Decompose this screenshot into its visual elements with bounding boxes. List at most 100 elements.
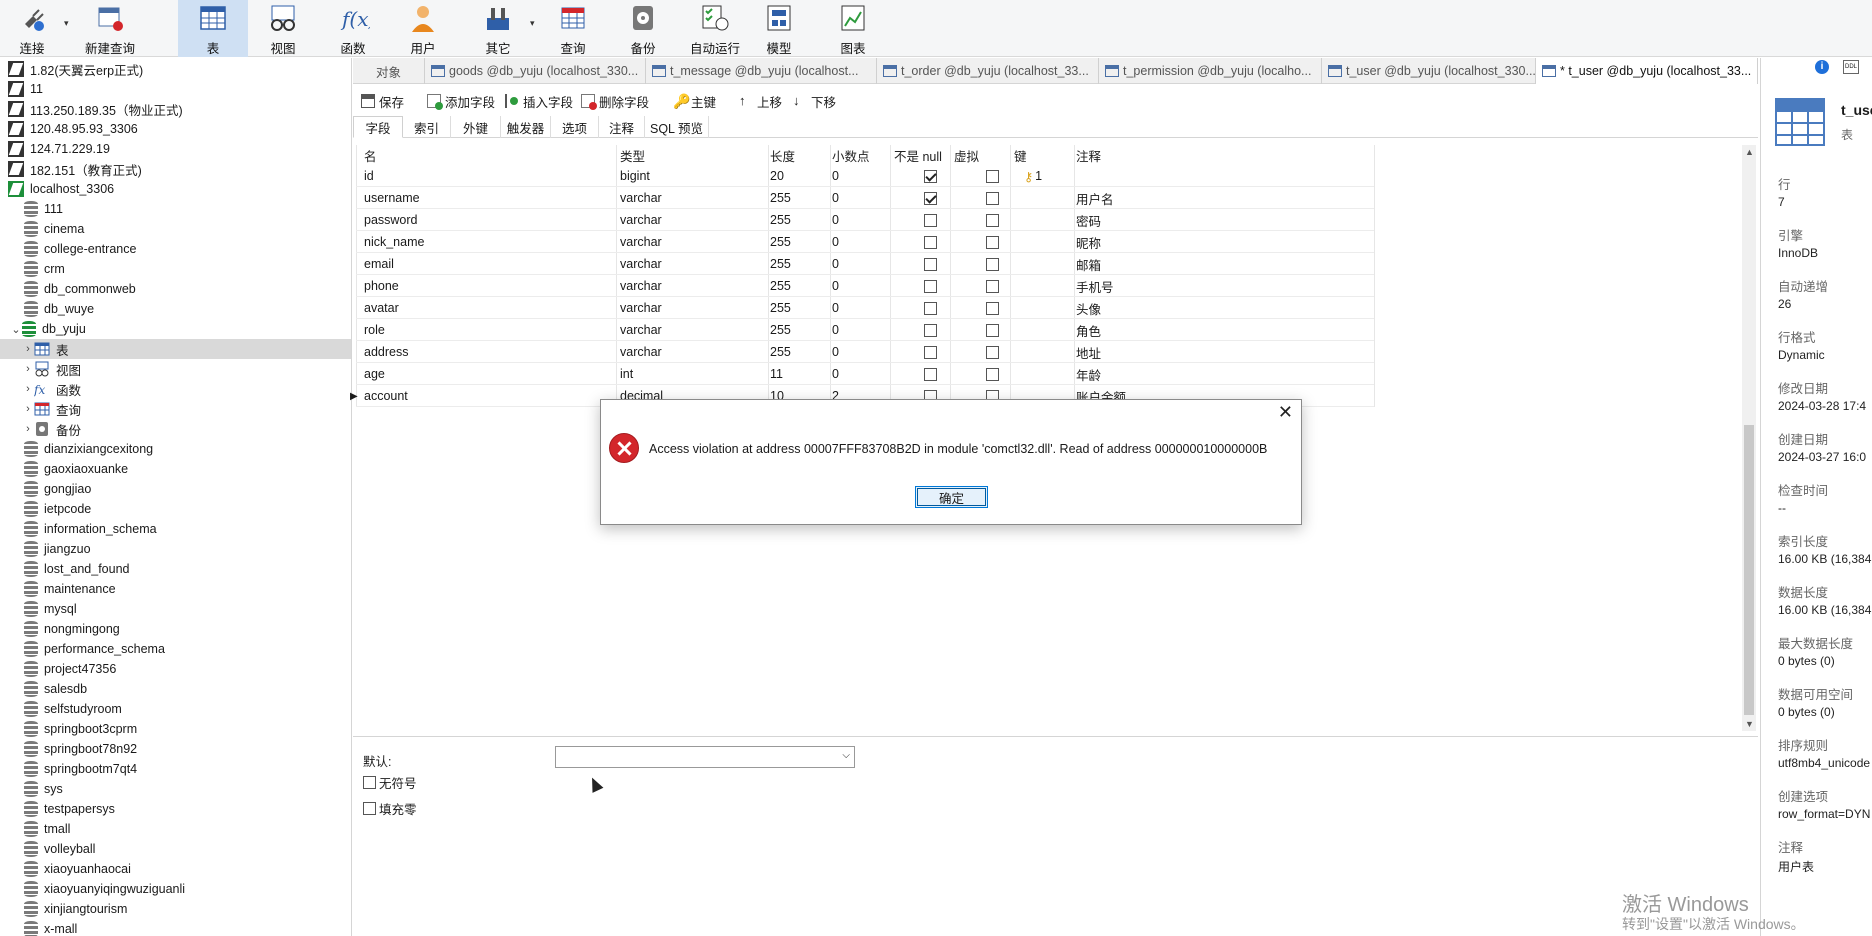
cell-comment[interactable]: 密码	[1076, 209, 1101, 231]
toolbar-view-button[interactable]: 视图	[254, 0, 312, 57]
column-header-comment[interactable]: 注释	[1076, 145, 1101, 165]
cell-length[interactable]: 20	[770, 165, 784, 187]
not-null-checkbox[interactable]	[924, 323, 937, 337]
virtual-checkbox[interactable]	[986, 345, 999, 359]
database-item[interactable]: mysql	[0, 599, 351, 619]
database-item[interactable]: college-entrance	[0, 239, 351, 259]
database-item[interactable]: springboot78n92	[0, 739, 351, 759]
cell-name[interactable]: account	[364, 385, 408, 407]
virtual-checkbox[interactable]	[986, 169, 999, 183]
cell-not-null[interactable]	[924, 231, 937, 253]
move-down-button[interactable]: ↓ 下移	[793, 91, 836, 111]
cell-decimals[interactable]: 0	[832, 275, 839, 297]
toolbar-user-button[interactable]: 用户	[392, 0, 454, 57]
database-item[interactable]: springbootm7qt4	[0, 759, 351, 779]
chevron-right-icon[interactable]: ›	[22, 363, 34, 375]
cell-comment[interactable]: 邮箱	[1076, 253, 1101, 275]
database-item[interactable]: xinjiangtourism	[0, 899, 351, 919]
database-item[interactable]: xiaoyuanyiqingwuziguanli	[0, 879, 351, 899]
database-item[interactable]: sys	[0, 779, 351, 799]
cell-not-null[interactable]	[924, 319, 937, 341]
database-item[interactable]: selfstudyroom	[0, 699, 351, 719]
database-item[interactable]: gaoxiaoxuanke	[0, 459, 351, 479]
table-row[interactable]: password varchar 255 0 密码	[356, 209, 1374, 231]
cell-not-null[interactable]	[924, 253, 937, 275]
column-header-type[interactable]: 类型	[620, 145, 645, 165]
cell-decimals[interactable]: 0	[832, 319, 839, 341]
table-row[interactable]: nick_name varchar 255 0 昵称	[356, 231, 1374, 253]
cell-decimals[interactable]: 0	[832, 231, 839, 253]
not-null-checkbox[interactable]	[924, 367, 937, 381]
cell-name[interactable]: address	[364, 341, 408, 363]
column-header-decimals[interactable]: 小数点	[832, 145, 870, 165]
cell-decimals[interactable]: 0	[832, 253, 839, 275]
database-item[interactable]: ietpcode	[0, 499, 351, 519]
toolbar-table-button[interactable]: 表	[178, 0, 248, 57]
cell-not-null[interactable]	[924, 165, 937, 187]
other-dropdown-caret-icon[interactable]: ▾	[530, 18, 535, 29]
database-item[interactable]: lost_and_found	[0, 559, 351, 579]
database-item[interactable]: xiaoyuanhaocai	[0, 859, 351, 879]
cell-not-null[interactable]	[924, 275, 937, 297]
cell-virtual[interactable]	[986, 363, 999, 385]
toolbar-model-button[interactable]: 模型	[752, 0, 806, 57]
cell-name[interactable]: phone	[364, 275, 399, 297]
cell-comment[interactable]: 角色	[1076, 319, 1101, 341]
cell-comment[interactable]: 年龄	[1076, 363, 1101, 385]
column-header-length[interactable]: 长度	[770, 145, 795, 165]
cell-virtual[interactable]	[986, 319, 999, 341]
tree-folder-queries[interactable]: › 查询	[0, 399, 351, 419]
connection-item[interactable]: 124.71.229.19	[0, 139, 351, 159]
subtab[interactable]: 外键	[451, 116, 501, 138]
cell-key[interactable]: ⚷ 1	[1024, 165, 1042, 187]
cell-comment[interactable]: 昵称	[1076, 231, 1101, 253]
editor-tab[interactable]: * t_user @db_yuju (localhost_33...	[1536, 58, 1758, 84]
table-row[interactable]: avatar varchar 255 0 头像	[356, 297, 1374, 319]
not-null-checkbox[interactable]	[924, 301, 937, 315]
cell-decimals[interactable]: 0	[832, 341, 839, 363]
connection-item[interactable]: 1.82(天翼云erp正式)	[0, 59, 351, 79]
grid-scrollbar[interactable]: ▲ ▼	[1742, 145, 1756, 731]
connection-item[interactable]: localhost_3306	[0, 179, 351, 199]
cell-length[interactable]: 255	[770, 209, 791, 231]
cell-type[interactable]: varchar	[620, 253, 662, 275]
database-item[interactable]: springboot3cprm	[0, 719, 351, 739]
ok-button[interactable]: 确定	[915, 486, 988, 508]
virtual-checkbox[interactable]	[986, 323, 999, 337]
cell-name[interactable]: age	[364, 363, 385, 385]
cell-not-null[interactable]	[924, 209, 937, 231]
cell-virtual[interactable]	[986, 275, 999, 297]
database-item[interactable]: nongmingong	[0, 619, 351, 639]
cell-virtual[interactable]	[986, 253, 999, 275]
toolbar-schedule-button[interactable]: 自动运行	[680, 0, 750, 57]
virtual-checkbox[interactable]	[986, 367, 999, 381]
subtab[interactable]: 触发器	[501, 116, 551, 138]
unsigned-checkbox[interactable]: 无符号	[363, 773, 417, 792]
toolbar-chart-button[interactable]: 图表	[820, 0, 886, 57]
subtab[interactable]: SQL 预览	[645, 116, 709, 138]
connection-dropdown-caret-icon[interactable]: ▾	[64, 18, 69, 29]
database-item[interactable]: ⌄ db_yuju	[0, 319, 351, 339]
database-item[interactable]: crm	[0, 259, 351, 279]
cell-type[interactable]: varchar	[620, 275, 662, 297]
editor-tab[interactable]: t_order @db_yuju (localhost_33...	[877, 58, 1099, 84]
database-item[interactable]: db_wuye	[0, 299, 351, 319]
not-null-checkbox[interactable]	[924, 235, 937, 249]
database-item[interactable]: project47356	[0, 659, 351, 679]
cell-decimals[interactable]: 0	[832, 209, 839, 231]
table-row[interactable]: id bigint 20 0 ⚷ 1	[356, 165, 1374, 187]
cell-length[interactable]: 11	[770, 363, 783, 385]
cell-decimals[interactable]: 0	[832, 187, 839, 209]
cell-type[interactable]: varchar	[620, 231, 662, 253]
cell-type[interactable]: int	[620, 363, 633, 385]
info-icon[interactable]: i	[1815, 60, 1829, 74]
database-item[interactable]: dianzixiangcexitong	[0, 439, 351, 459]
close-icon[interactable]: ✕	[1278, 402, 1293, 423]
database-item[interactable]: performance_schema	[0, 639, 351, 659]
database-item[interactable]: 111	[0, 199, 351, 219]
cell-decimals[interactable]: 0	[832, 297, 839, 319]
subtab[interactable]: 字段	[353, 116, 403, 138]
database-item[interactable]: testpapersys	[0, 799, 351, 819]
ddl-icon[interactable]: DDL	[1843, 60, 1859, 74]
database-item[interactable]: jiangzuo	[0, 539, 351, 559]
